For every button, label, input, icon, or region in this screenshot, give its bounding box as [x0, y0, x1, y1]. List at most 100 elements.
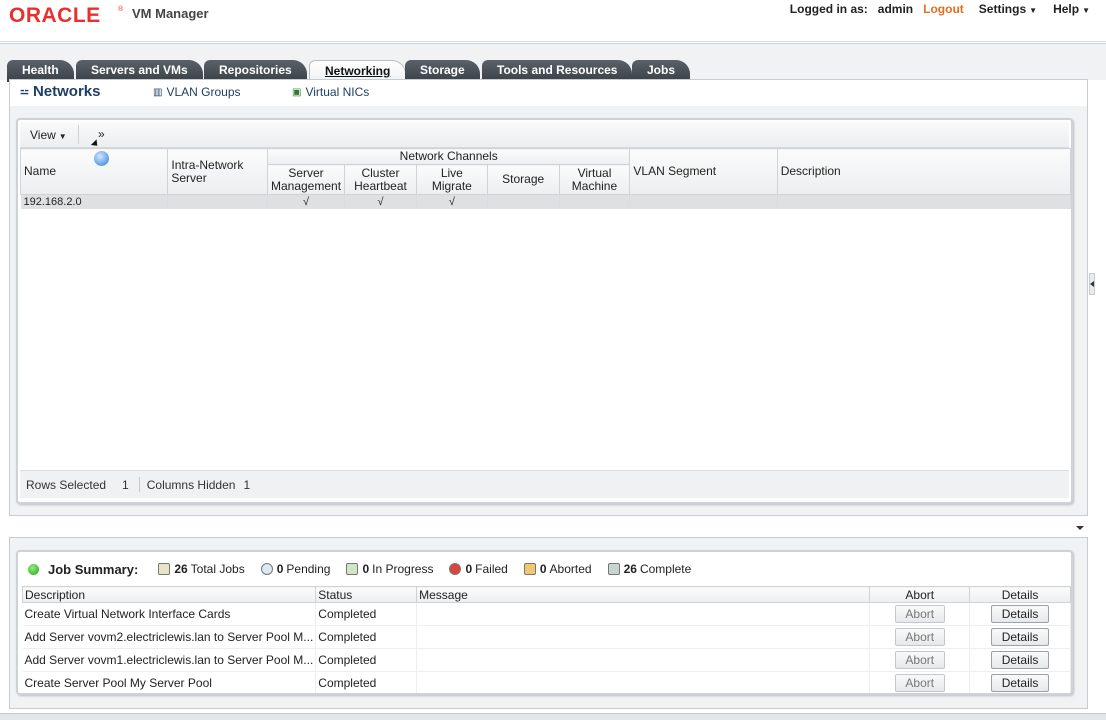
details-cell: Details [969, 602, 1071, 626]
aborted-icon [523, 563, 536, 575]
live-migrate-check: √ [416, 194, 488, 209]
job-status: Completed [315, 648, 418, 672]
job-status: Completed [315, 602, 418, 626]
table-row[interactable]: Create Server Pool My Server Pool Comple… [22, 671, 1071, 693]
table-status-bar: Rows Selected 1 Columns Hidden 1 [20, 470, 1069, 498]
details-cell: Details [969, 671, 1071, 693]
logout-link[interactable]: Logout [923, 2, 964, 16]
chevron-down-icon: ▼ [58, 132, 67, 141]
help-menu[interactable]: Help ▼ [1053, 2, 1090, 16]
total-jobs-stat[interactable]: 26 Total Jobs [158, 562, 245, 576]
pending-stat[interactable]: 0 Pending [260, 562, 331, 576]
in-progress-label: In Progress [372, 562, 434, 576]
subnav-vlan-groups[interactable]: ▥ VLAN Groups [153, 85, 241, 99]
column-header-vlan-segment[interactable]: VLAN Segment [629, 148, 778, 195]
app-header: ORACLE ® VM Manager Logged in as: admin … [0, 0, 1106, 42]
rows-selected-value: 1 [122, 477, 129, 492]
table-row[interactable]: Create Virtual Network Interface Cards C… [22, 602, 1071, 626]
job-table: Description Status Message Abort Details… [21, 586, 1071, 693]
networking-subnav: ⚍ Networks ▥ VLAN Groups ▣ Virtual NICs [9, 79, 1088, 107]
settings-menu[interactable]: Settings ▼ [979, 2, 1037, 16]
table-toolbar: View ▼ » [20, 122, 1069, 148]
column-header-live-migrate[interactable]: Live Migrate [415, 164, 488, 195]
abort-button[interactable]: Abort [894, 674, 945, 692]
vlan-groups-icon: ▥ [153, 86, 163, 98]
abort-button[interactable]: Abort [894, 651, 945, 669]
aborted-stat[interactable]: 0 Aborted [523, 562, 592, 576]
pending-count: 0 [276, 562, 284, 576]
subnav-virtual-nics[interactable]: ▣ Virtual NICs [292, 85, 369, 99]
column-header-job-status[interactable]: Status [315, 586, 418, 603]
subnav-vlan-groups-label: VLAN Groups [166, 85, 241, 99]
job-summary-title: Job Summary: [48, 561, 139, 577]
storage-check [487, 194, 560, 209]
networks-icon: ⚍ [20, 86, 29, 97]
abort-button[interactable]: Abort [894, 628, 945, 646]
user-area: Logged in as: admin Logout Settings ▼ Hel… [790, 1, 1106, 17]
columns-hidden-label: Columns Hidden [146, 477, 236, 492]
column-header-virtual-machine[interactable]: Virtual Machine [558, 164, 631, 195]
networks-panel: View ▼ » Name Intra-Network Server Networ… [9, 106, 1088, 516]
toolbar-overflow-button[interactable]: » [98, 127, 105, 141]
status-ok-icon [28, 563, 39, 575]
collapse-pane-handle[interactable] [1089, 273, 1095, 295]
column-header-intra-network-server[interactable]: Intra-Network Server [167, 148, 268, 195]
status-divider [138, 477, 140, 492]
job-description: Create Virtual Network Interface Cards [22, 602, 317, 626]
virtual-nic-icon: ▣ [292, 86, 302, 98]
splitter-toggle[interactable] [1070, 524, 1090, 532]
view-label: View [30, 128, 56, 142]
failed-stat[interactable]: 0 Failed [449, 562, 508, 576]
vlan-segment-cell [629, 194, 778, 209]
networks-table-frame: View ▼ » Name Intra-Network Server Networ… [16, 118, 1073, 504]
job-message [416, 671, 871, 693]
server-management-check: √ [267, 194, 346, 209]
virtual-machine-check [559, 194, 631, 209]
subnav-networks-label: Networks [32, 83, 101, 100]
bottom-status-strip [0, 713, 1106, 720]
column-header-job-description[interactable]: Description [21, 586, 317, 603]
column-header-server-management[interactable]: Server Management [266, 164, 346, 195]
logged-in-label: Logged in as: [789, 2, 868, 16]
pending-label: Pending [286, 562, 331, 576]
details-button[interactable]: Details [991, 651, 1050, 669]
main-tab-bar: Health Servers and VMs Repositories Netw… [0, 43, 1106, 83]
job-description: Add Server vovm1.electriclewis.lan to Se… [22, 648, 317, 672]
networks-table: Name Intra-Network Server Network Channe… [19, 148, 1072, 209]
chevron-down-icon: ▼ [1029, 6, 1038, 15]
details-button[interactable]: Details [991, 605, 1050, 623]
username: admin [877, 2, 914, 16]
complete-stat[interactable]: 26 Complete [607, 562, 692, 576]
complete-label: Complete [639, 562, 692, 576]
column-header-details: Details [969, 586, 1071, 603]
table-row[interactable]: Add Server vovm1.electriclewis.lan to Se… [22, 648, 1071, 672]
network-name: 192.168.2.0 [20, 194, 169, 209]
aborted-count: 0 [539, 562, 547, 576]
view-menu-button[interactable]: View ▼ [30, 128, 67, 142]
column-header-storage[interactable]: Storage [486, 164, 560, 195]
job-status: Completed [315, 625, 418, 649]
table-row[interactable]: Add Server vovm2.electriclewis.lan to Se… [22, 625, 1071, 649]
in-progress-stat[interactable]: 0 In Progress [346, 562, 433, 576]
details-button[interactable]: Details [991, 674, 1050, 692]
details-button[interactable]: Details [991, 628, 1050, 646]
column-header-job-message[interactable]: Message [416, 586, 871, 603]
aborted-label: Aborted [549, 562, 592, 576]
failed-icon [449, 563, 462, 575]
rows-selected-label: Rows Selected [26, 477, 107, 492]
abort-button[interactable]: Abort [894, 605, 945, 623]
settings-label: Settings [978, 2, 1027, 16]
complete-count: 26 [623, 562, 637, 576]
failed-label: Failed [475, 562, 508, 576]
failed-count: 0 [465, 562, 473, 576]
pending-icon [260, 563, 273, 575]
intra-network-server-cell [167, 194, 268, 209]
table-row[interactable]: 192.168.2.0 √ √ √ [20, 194, 1072, 209]
job-summary-frame: Job Summary: 26 Total Jobs 0 Pending 0 I… [16, 550, 1073, 695]
column-header-description[interactable]: Description [776, 148, 1072, 195]
abort-cell: Abort [869, 648, 971, 672]
registered-mark: ® [118, 6, 124, 13]
job-description: Create Server Pool My Server Pool [22, 671, 317, 693]
subnav-networks[interactable]: ⚍ Networks [20, 83, 101, 100]
column-header-cluster-heartbeat[interactable]: Cluster Heartbeat [344, 164, 417, 195]
